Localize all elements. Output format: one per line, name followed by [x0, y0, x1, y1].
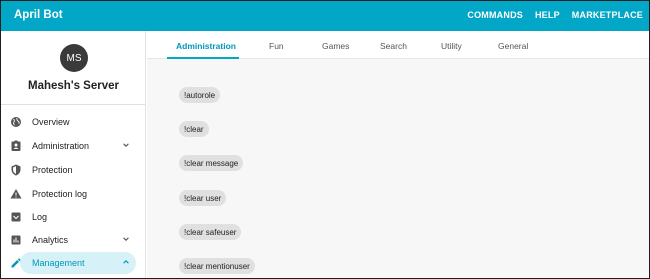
sidebar-item-overview[interactable]: Overview: [1, 111, 145, 133]
server-name: Mahesh's Server: [28, 80, 119, 92]
shield-icon: [11, 164, 21, 176]
sidebar: MS Mahesh's Server Overview Administrati…: [1, 31, 146, 278]
chevron-down-icon: [123, 237, 129, 241]
bar-chart-icon: [11, 235, 21, 245]
top-nav: COMMANDS HELP MARKETPLACE: [467, 10, 643, 20]
inbox-icon: [11, 212, 21, 222]
chevron-up-icon: [123, 260, 129, 264]
nav-help[interactable]: HELP: [535, 10, 560, 20]
nav-commands[interactable]: COMMANDS: [467, 10, 523, 20]
command-chip[interactable]: !clear message: [179, 155, 244, 171]
sidebar-item-label: Administration: [32, 141, 90, 151]
sidebar-item-label: Protection log: [32, 189, 88, 199]
sidebar-item-protection-log[interactable]: Protection log: [1, 183, 145, 205]
tab-general[interactable]: General: [498, 41, 528, 51]
sidebar-item-administration[interactable]: Administration: [1, 135, 145, 157]
active-tab-indicator: [167, 57, 239, 59]
sidebar-item-log[interactable]: Log: [1, 206, 145, 228]
sidebar-item-protection[interactable]: Protection: [1, 159, 145, 181]
app-title[interactable]: April Bot: [14, 9, 63, 21]
sidebar-item-label: Overview: [32, 117, 70, 127]
tab-fun[interactable]: Fun: [269, 41, 284, 51]
sidebar-item-label: Log: [32, 212, 48, 222]
badge-icon: [11, 140, 21, 151]
server-avatar[interactable]: MS: [60, 44, 88, 72]
app-bar: April Bot COMMANDS HELP MARKETPLACE: [1, 1, 649, 31]
sidebar-item-label: Protection: [32, 165, 73, 175]
tab-utility[interactable]: Utility: [441, 41, 462, 51]
chevron-down-icon: [123, 143, 129, 147]
command-chip[interactable]: !clear safeuser: [179, 224, 242, 240]
globe-icon: [11, 117, 21, 127]
command-chip[interactable]: !clear: [179, 121, 209, 137]
command-tabs: Administration Fun Games Search Utility …: [147, 31, 649, 59]
tab-games[interactable]: Games: [322, 41, 349, 51]
nav-marketplace[interactable]: MARKETPLACE: [572, 10, 643, 20]
app-window: April Bot COMMANDS HELP MARKETPLACE MS M…: [0, 0, 650, 279]
tab-administration[interactable]: Administration: [176, 41, 236, 51]
main-content: Administration Fun Games Search Utility …: [147, 31, 649, 278]
command-chip[interactable]: !clear mentionuser: [179, 258, 255, 274]
command-chip[interactable]: !autorole: [179, 87, 221, 103]
pencil-icon: [11, 258, 21, 268]
sidebar-item-label: Management: [32, 258, 85, 268]
warning-icon: [10, 189, 22, 199]
sidebar-item-management[interactable]: Management: [1, 252, 145, 274]
tab-search[interactable]: Search: [380, 41, 407, 51]
sidebar-divider: [1, 104, 145, 105]
sidebar-item-label: Analytics: [32, 235, 69, 245]
command-chip[interactable]: !clear user: [179, 190, 227, 206]
sidebar-item-analytics[interactable]: Analytics: [1, 229, 145, 251]
